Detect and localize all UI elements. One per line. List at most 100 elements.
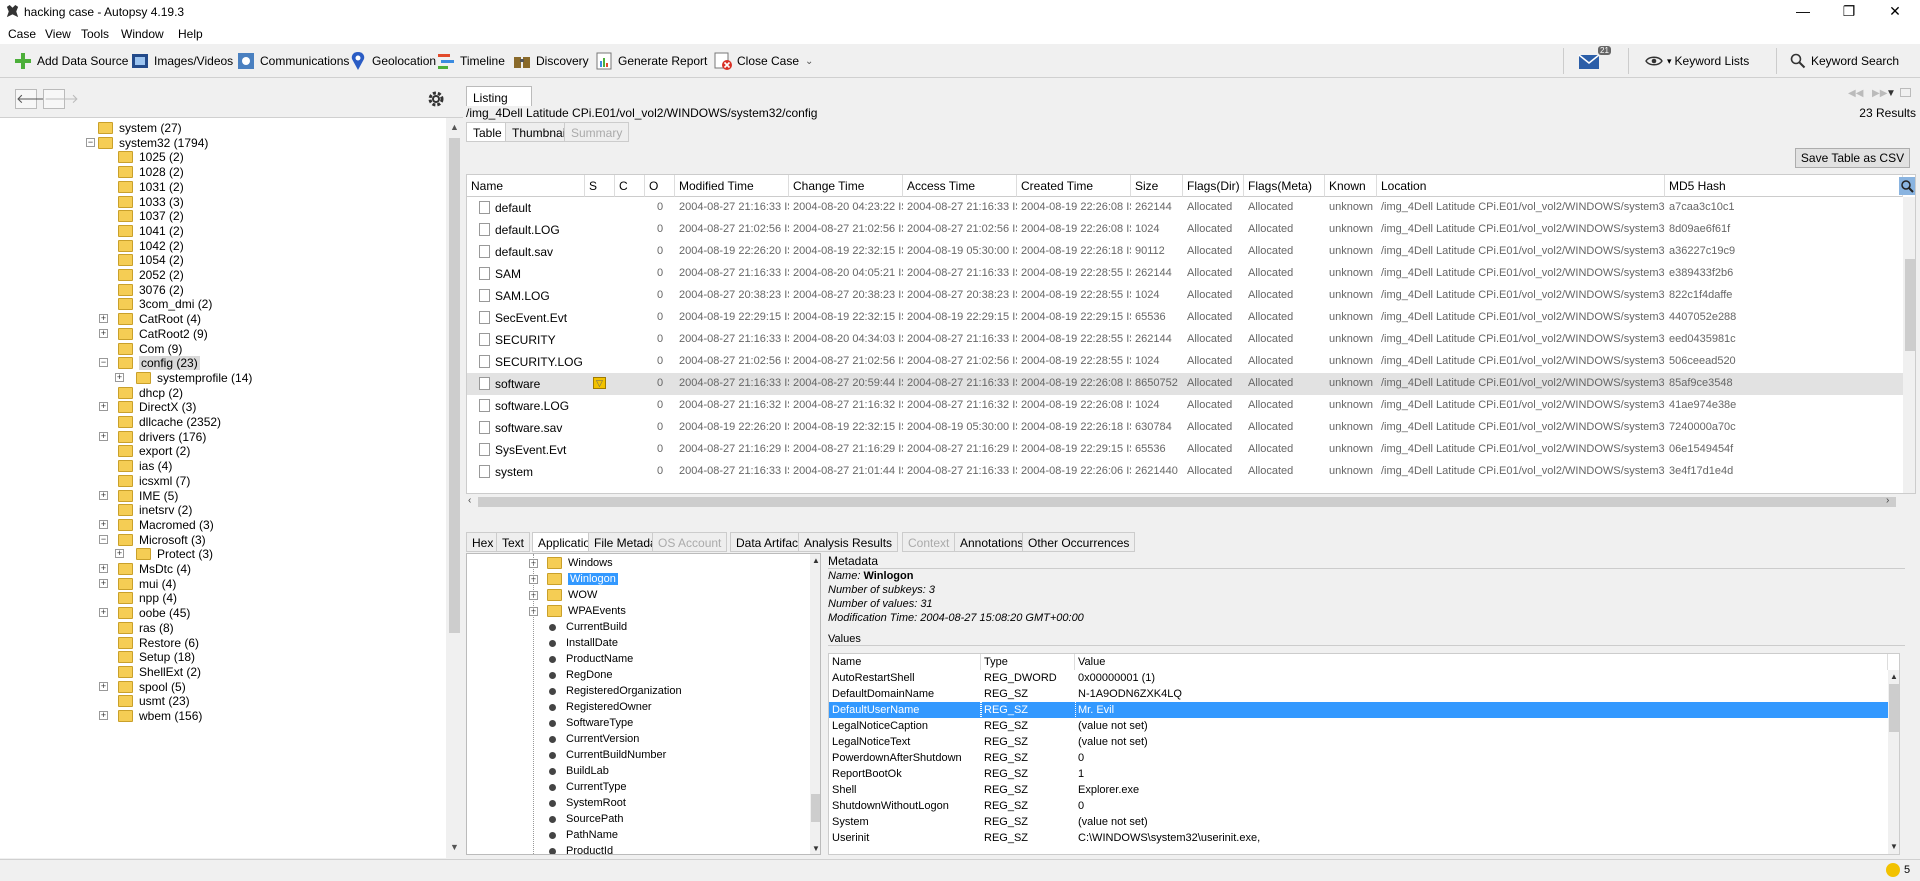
scroll-up-icon[interactable]: ▲ xyxy=(450,122,459,132)
generate-report-button[interactable]: Generate Report xyxy=(594,50,707,72)
scroll-down-icon[interactable]: ▼ xyxy=(812,844,820,853)
expand-toggle-icon[interactable]: + xyxy=(99,608,108,618)
notification-icon[interactable] xyxy=(1886,863,1900,877)
values-scrollbar[interactable]: ▲ ▼ xyxy=(1888,670,1899,854)
column-header[interactable]: Size xyxy=(1131,175,1183,197)
scroll-down-icon[interactable]: ▼ xyxy=(1890,842,1898,851)
minimize-button[interactable]: — xyxy=(1780,0,1826,24)
scroll-up-icon[interactable]: ▲ xyxy=(812,556,820,565)
scrollbar-thumb[interactable] xyxy=(478,497,1896,507)
registry-value[interactable]: BuildLab xyxy=(549,763,609,779)
maximize-panel-icon[interactable] xyxy=(1900,88,1911,97)
table-row[interactable]: SAM.LOG 0 2004-08-27 20:38:23 IST 2004-08-2… xyxy=(467,285,1915,307)
table-row[interactable]: SECURITY.LOG 0 2004-08-27 21:02:56 IST 2004… xyxy=(467,351,1915,373)
registry-value[interactable]: InstallDate xyxy=(549,635,618,651)
column-header[interactable]: MD5 Hash xyxy=(1665,175,1903,197)
dropdown-icon[interactable]: ▼ xyxy=(1886,88,1896,99)
values-row[interactable]: ReportBootOk REG_SZ 1 xyxy=(829,766,1899,782)
expand-toggle-icon[interactable]: − xyxy=(99,358,108,368)
registry-value[interactable]: CurrentVersion xyxy=(549,731,639,747)
registry-value[interactable]: PathName xyxy=(549,827,618,843)
table-row[interactable]: SAM 0 2004-08-27 21:16:33 IST 2004-08-20 04… xyxy=(467,263,1915,285)
tab-text[interactable]: Text xyxy=(496,532,531,552)
discovery-button[interactable]: Discovery xyxy=(512,50,589,72)
tab-analysis-results[interactable]: Analysis Results xyxy=(798,532,899,552)
geolocation-button[interactable]: Geolocation xyxy=(348,50,436,72)
expand-toggle-icon[interactable]: + xyxy=(99,578,108,588)
tree-node[interactable]: wbem (156) xyxy=(118,707,202,725)
table-row[interactable]: default.LOG 0 2004-08-27 21:02:56 IST 2004-… xyxy=(467,219,1915,241)
inbox-button[interactable]: 21 xyxy=(1578,46,1611,72)
registry-value[interactable]: SourcePath xyxy=(549,811,623,827)
tab-hex[interactable]: Hex xyxy=(466,532,500,552)
close-case-button[interactable]: Close Case ⌄ xyxy=(713,50,813,72)
registry-value[interactable]: ProductName xyxy=(549,651,633,667)
column-header[interactable]: Created Time xyxy=(1017,175,1131,197)
registry-key[interactable]: WOW xyxy=(547,587,597,603)
expand-toggle-icon[interactable]: + xyxy=(99,328,108,338)
images-videos-button[interactable]: Images/Videos xyxy=(130,50,233,72)
values-row[interactable]: ShutdownWithoutLogon REG_SZ 0 xyxy=(829,798,1899,814)
table-row[interactable]: software ▽ 0 2004-08-27 21:16:33 IST 2004-08… xyxy=(467,373,1915,395)
forward-arrow-icon[interactable]: 🡒 xyxy=(43,89,79,109)
scrollbar-thumb[interactable] xyxy=(811,794,820,822)
expand-toggle-icon[interactable]: + xyxy=(99,711,108,720)
expand-toggle-icon[interactable]: + xyxy=(99,402,108,412)
table-row[interactable]: SecEvent.Evt 0 2004-08-19 22:29:15 IST 2004… xyxy=(467,307,1915,329)
table-hscrollbar[interactable]: ‹ › xyxy=(466,494,1916,510)
column-header[interactable]: Flags(Meta) xyxy=(1244,175,1325,197)
registry-value[interactable]: CurrentType xyxy=(549,779,627,795)
expand-toggle-icon[interactable]: + xyxy=(99,519,108,529)
column-header[interactable]: C xyxy=(615,175,645,197)
column-header[interactable]: Flags(Dir) xyxy=(1183,175,1244,197)
table-row[interactable]: SECURITY 0 2004-08-27 21:16:33 IST 2004-08-… xyxy=(467,329,1915,351)
registry-value[interactable]: CurrentBuild xyxy=(549,619,627,635)
expand-toggle-icon[interactable]: + xyxy=(115,372,124,382)
registry-value[interactable]: CurrentBuildNumber xyxy=(549,747,666,763)
tree-scrollbar[interactable]: ▲ ▼ xyxy=(446,118,463,858)
tab-table[interactable]: Table xyxy=(466,122,509,142)
column-header[interactable]: Name xyxy=(467,175,585,197)
back-arrow-icon[interactable]: 🡐 xyxy=(15,89,51,109)
values-row[interactable]: LegalNoticeCaption REG_SZ (value not set) xyxy=(829,718,1899,734)
column-header[interactable]: Location xyxy=(1377,175,1665,197)
tab-listing[interactable]: Listing xyxy=(466,86,532,106)
table-row[interactable]: default 0 2004-08-27 21:16:33 IST 2004-08-2… xyxy=(467,197,1915,219)
menu-case[interactable]: Case xyxy=(8,27,36,41)
values-row[interactable]: DefaultDomainName REG_SZ N-1A9ODN6ZXK4LQ xyxy=(829,686,1899,702)
registry-value[interactable]: SoftwareType xyxy=(549,715,633,731)
values-row[interactable]: Userinit REG_SZ C:\WINDOWS\system32\userin… xyxy=(829,830,1899,846)
scroll-up-icon[interactable]: ▲ xyxy=(1890,672,1898,681)
menu-tools[interactable]: Tools xyxy=(81,27,109,41)
registry-tree-scrollbar[interactable]: ▲ ▼ xyxy=(810,554,820,854)
keyword-search-button[interactable]: Keyword Search xyxy=(1790,50,1899,72)
values-row[interactable]: AutoRestartShell REG_DWORD 0x00000001 (1) xyxy=(829,670,1899,686)
registry-key[interactable]: WPAEvents xyxy=(547,603,626,619)
values-column-header[interactable]: Value xyxy=(1075,654,1888,670)
expand-toggle-icon[interactable]: − xyxy=(86,137,95,147)
expand-toggle-icon[interactable]: + xyxy=(99,681,108,691)
column-chooser-icon[interactable] xyxy=(1899,177,1915,195)
tab-context[interactable]: Context xyxy=(902,532,956,552)
menu-window[interactable]: Window xyxy=(121,27,164,41)
save-table-as-csv-button[interactable]: Save Table as CSV xyxy=(1795,148,1910,168)
values-row[interactable]: LegalNoticeText REG_SZ (value not set) xyxy=(829,734,1899,750)
tab-summary[interactable]: Summary xyxy=(564,122,630,142)
tab-other-occurrences[interactable]: Other Occurrences xyxy=(1022,532,1136,552)
column-header[interactable]: Access Time xyxy=(903,175,1017,197)
expand-toggle-icon[interactable]: + xyxy=(115,549,124,559)
values-row[interactable]: System REG_SZ (value not set) xyxy=(829,814,1899,830)
values-column-header[interactable]: Name xyxy=(829,654,981,670)
table-row[interactable]: system 0 2004-08-27 21:16:33 IST 2004-08-27… xyxy=(467,461,1915,483)
registry-value[interactable]: RegDone xyxy=(549,667,612,683)
registry-value[interactable]: RegisteredOrganization xyxy=(549,683,682,699)
tab-os-account[interactable]: OS Account xyxy=(652,532,728,552)
values-row[interactable]: PowerdownAfterShutdown REG_SZ 0 xyxy=(829,750,1899,766)
table-row[interactable]: software.sav 0 2004-08-19 22:26:20 IST 2004… xyxy=(467,417,1915,439)
registry-value[interactable]: RegisteredOwner xyxy=(549,699,652,715)
expand-toggle-icon[interactable]: + xyxy=(99,314,108,324)
column-header[interactable]: Change Time xyxy=(789,175,903,197)
expand-toggle-icon[interactable]: + xyxy=(99,564,108,573)
column-header[interactable]: S xyxy=(585,175,615,197)
table-row[interactable]: default.sav 0 2004-08-19 22:26:20 IST 2004-… xyxy=(467,241,1915,263)
